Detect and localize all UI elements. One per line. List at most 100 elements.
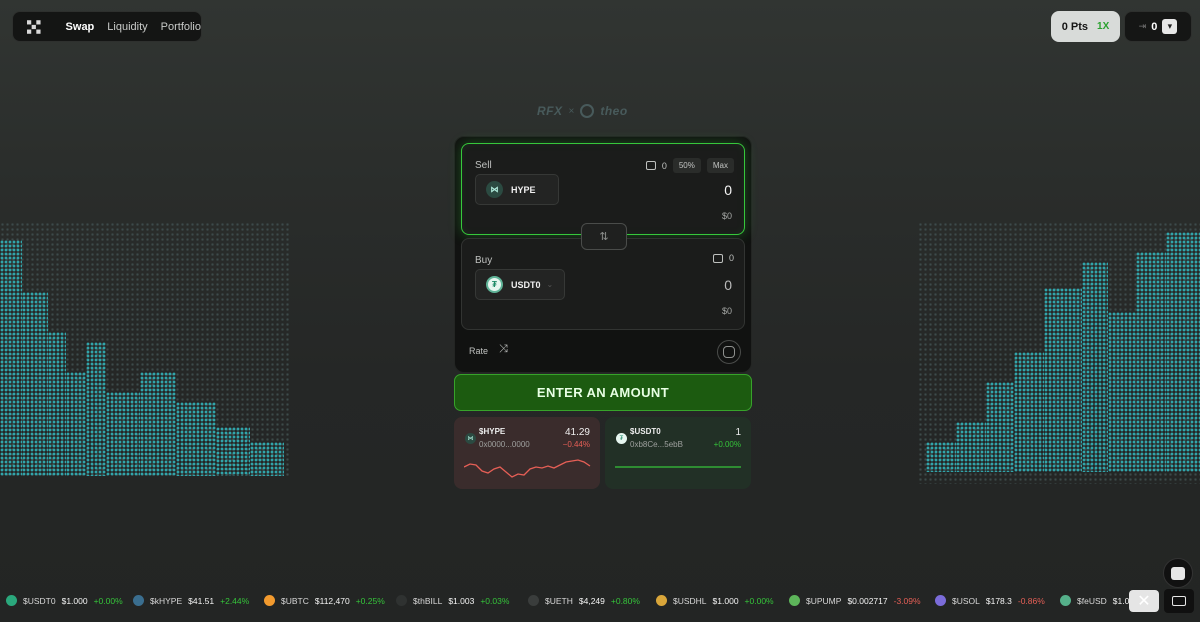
buy-amount-input[interactable] xyxy=(652,277,732,293)
sell-token-select[interactable]: ⋈ HYPE xyxy=(475,174,559,205)
rfx-logo-icon[interactable] xyxy=(27,19,41,35)
building xyxy=(956,422,986,472)
buy-balance: 0 xyxy=(712,253,734,263)
buy-label: Buy xyxy=(475,255,493,266)
token-icon xyxy=(656,595,667,606)
link-icon: ⇥ xyxy=(1138,21,1147,31)
building xyxy=(1044,288,1082,472)
building xyxy=(1136,252,1166,472)
ticker-price: $1.003 xyxy=(448,595,475,606)
sell-panel: Sell 0 50% Max ⋈ HYPE $0 xyxy=(461,143,745,235)
wallet-icon xyxy=(712,253,723,263)
rfx-partner-logo: RFX xyxy=(537,104,563,118)
sell-amount-input[interactable] xyxy=(652,182,732,198)
points-multiplier: 1X xyxy=(1097,21,1110,32)
price-card-change: +0.00% xyxy=(713,440,741,449)
partner-logos: RFX × theo xyxy=(537,102,669,120)
ticker-item[interactable]: $UETH $4,249 +0.80% xyxy=(528,595,640,606)
buy-panel: Buy 0 ₮ USDT0 ⌄ $0 xyxy=(461,238,745,330)
ticker-item[interactable]: $USDHL $1.000 +0.00% xyxy=(656,595,774,606)
ticker-symbol: $UETH xyxy=(545,595,573,606)
token-icon xyxy=(1060,595,1071,606)
price-card-address: 0x0000...0000 xyxy=(479,440,530,449)
building xyxy=(66,372,86,476)
pixel-world-city-left xyxy=(0,222,290,476)
ticker-change: +0.25% xyxy=(355,595,385,606)
usdt0-token-icon: ₮ xyxy=(486,276,503,293)
ticker-price: $112,470 xyxy=(314,595,350,606)
token-icon xyxy=(264,595,275,606)
price-card-change: −0.44% xyxy=(562,440,590,449)
buy-usd-value: $0 xyxy=(721,306,732,316)
building xyxy=(0,240,22,476)
wallet-button[interactable]: ⇥ 0 ▾ xyxy=(1124,11,1192,42)
close-icon[interactable]: ✕ xyxy=(1129,590,1159,612)
price-card-price: 41.29 xyxy=(564,427,590,438)
panel-toggle-button[interactable] xyxy=(1164,589,1194,613)
swap-card: Sell 0 50% Max ⋈ HYPE $0 ⇅ Buy 0 ₮ USDT0… xyxy=(454,136,752,373)
main-nav: Swap Liquidity Portfolio xyxy=(12,11,202,42)
building xyxy=(140,372,176,476)
points-button[interactable]: 0 Pts 1X xyxy=(1051,11,1120,42)
ticker-item[interactable]: $USDT0 $1.000 +0.00% xyxy=(6,595,123,606)
flip-tokens-button[interactable]: ⇅ xyxy=(581,223,627,250)
ticker-item[interactable]: $kHYPE $41.51 +2.44% xyxy=(133,595,249,606)
usdt0-price-card[interactable]: ₮ $USDT0 0xb8Ce...5ebB 1 +0.00% xyxy=(605,417,751,489)
building xyxy=(986,382,1014,472)
building xyxy=(216,427,250,476)
ticker-item[interactable]: $UPUMP $0.002717 -3.09% xyxy=(789,595,921,606)
ticker-symbol: $thBILL xyxy=(413,595,443,606)
sell-balance-value: 0 xyxy=(661,160,667,171)
buy-token-name: USDT0 xyxy=(511,279,541,290)
price-card-address: 0xb8Ce...5ebB xyxy=(630,440,683,449)
half-button[interactable]: 50% xyxy=(672,158,701,173)
chevron-down-icon: ⌄ xyxy=(546,280,554,289)
price-ticker: $USDT0 $1.000 +0.00% $kHYPE $41.51 +2.44% $UBT… xyxy=(0,589,1200,613)
ticker-change: +0.03% xyxy=(480,595,510,606)
usdt0-token-icon: ₮ xyxy=(616,433,627,444)
settings-button[interactable] xyxy=(717,340,741,364)
ticker-change: +0.00% xyxy=(744,595,774,606)
building xyxy=(1166,232,1200,472)
price-card-symbol: $USDT0 xyxy=(630,427,661,436)
hype-sparkline xyxy=(464,459,591,478)
ticker-price: $1.000 xyxy=(712,595,739,606)
pixel-world-city-right xyxy=(918,222,1200,484)
ticker-symbol: $USOL xyxy=(952,595,980,606)
ticker-change: +0.80% xyxy=(610,595,640,606)
hype-token-icon: ⋈ xyxy=(465,433,476,444)
ticker-item[interactable]: $UBTC $112,470 +0.25% xyxy=(264,595,385,606)
nav-swap[interactable]: Swap xyxy=(66,21,95,33)
wallet-count: 0 xyxy=(1151,20,1158,33)
sell-balance: 0 50% Max xyxy=(645,158,734,173)
ticker-item[interactable]: $USOL $178.3 -0.86% xyxy=(935,595,1045,606)
token-icon xyxy=(789,595,800,606)
nav-portfolio[interactable]: Portfolio xyxy=(161,21,201,33)
enter-amount-button[interactable]: ENTER AN AMOUNT xyxy=(454,374,752,411)
price-card-price: 1 xyxy=(735,427,741,438)
building xyxy=(1014,352,1044,472)
ticker-symbol: $USDT0 xyxy=(23,595,56,606)
points-label: 0 Pts xyxy=(1061,20,1089,33)
ticker-symbol: $UBTC xyxy=(281,595,309,606)
hype-token-icon: ⋈ xyxy=(486,181,503,198)
ticker-symbol: $UPUMP xyxy=(806,595,842,606)
max-button[interactable]: Max xyxy=(706,158,734,173)
building xyxy=(250,442,284,476)
nav-liquidity[interactable]: Liquidity xyxy=(107,21,147,33)
ticker-symbol: $feUSD xyxy=(1077,595,1107,606)
chevron-down-icon[interactable]: ▾ xyxy=(1162,19,1178,34)
hype-price-card[interactable]: ⋈ $HYPE 0x0000...0000 41.29 −0.44% xyxy=(454,417,600,489)
building xyxy=(48,332,66,476)
ticker-price: $41.51 xyxy=(188,595,215,606)
sell-token-name: HYPE xyxy=(511,184,536,195)
ticker-change: -0.86% xyxy=(1017,595,1045,606)
window-icon xyxy=(1172,596,1186,606)
ticker-item[interactable]: $thBILL $1.003 +0.03% xyxy=(396,595,509,606)
theo-partner-logo: theo xyxy=(600,104,628,118)
chat-button[interactable] xyxy=(1163,558,1193,588)
swap-direction-icon[interactable]: ⤨ xyxy=(499,343,508,356)
building xyxy=(1082,262,1108,472)
buy-token-select[interactable]: ₮ USDT0 ⌄ xyxy=(475,269,565,300)
building xyxy=(1108,312,1136,472)
